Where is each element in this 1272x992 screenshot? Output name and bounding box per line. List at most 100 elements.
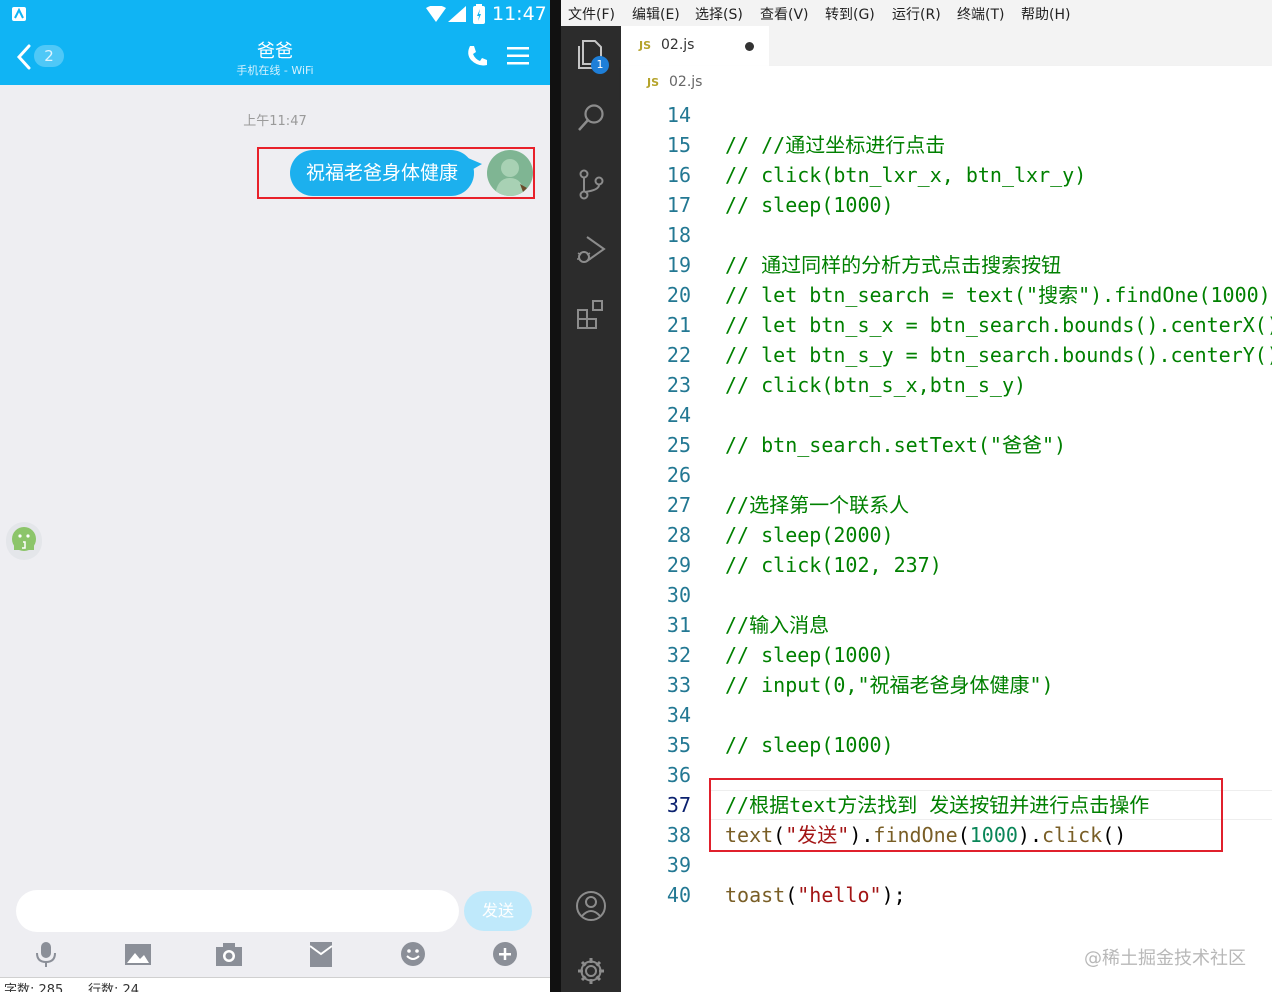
plus-icon[interactable] [491,940,519,968]
code-token: //输入消息 [725,613,830,637]
menu-help[interactable]: 帮助(H) [1021,4,1070,24]
code-line: toast("hello"); [725,880,906,910]
code-line: // btn_search.setText("爸爸") [725,430,1066,460]
line-number: 28 [666,523,691,547]
line-count: 行数: 24 [88,983,140,992]
line-number: 21 [666,313,691,337]
line-number: 14 [666,103,691,127]
account-icon[interactable] [575,890,607,922]
code-token: // input(0,"祝福老爸身体健康") [725,673,1054,697]
code-line: // 通过同样的分析方式点击搜索按钮 [725,250,1061,280]
avatar[interactable] [487,150,533,196]
code-token: // let btn_s_y = btn_search.bounds().cen… [725,343,1272,367]
breadcrumb: JS 02.js [621,66,1272,98]
line-number: 26 [666,463,691,487]
camera-icon[interactable] [215,940,243,968]
extensions-icon[interactable] [575,298,607,330]
message-input[interactable] [16,890,459,932]
avatar-figure-icon [495,159,527,196]
code-line: // input(0,"祝福老爸身体健康") [725,670,1054,700]
line-number: 24 [666,403,691,427]
line-number: 30 [666,583,691,607]
image-icon[interactable] [124,940,152,968]
code-token: // let btn_s_x = btn_search.bounds().cen… [725,313,1272,337]
code-line: // click(102, 237) [725,550,942,580]
menu-edit[interactable]: 编辑(E) [632,4,680,24]
code-line: // sleep(1000) [725,190,894,220]
run-debug-icon[interactable] [575,233,607,265]
explorer-badge: 1 [591,56,609,74]
code-token: ); [881,883,906,907]
code-token: // click(btn_s_x,btn_s_y) [725,373,1027,397]
line-number: 19 [666,253,691,277]
phone-footer [0,978,550,992]
floating-ball[interactable] [6,522,42,560]
code-token: // sleep(1000) [725,193,894,217]
emoji-icon[interactable] [399,940,427,968]
code-token: // sleep(2000) [725,523,894,547]
code-token: // click(btn_lxr_x, btn_lxr_y) [725,163,1087,187]
menu-view[interactable]: 查看(V) [760,4,809,24]
settings-gear-icon[interactable] [575,955,607,987]
message-timestamp: 上午11:47 [243,114,307,129]
code-line: // click(btn_s_x,btn_s_y) [725,370,1026,400]
line-number: 31 [666,613,691,637]
phone-screen: 11:47 2 爸爸 手机在线 - WiFi 上午11:47 祝福老爸身体健康 [0,0,550,992]
battery-icon [473,4,485,24]
wifi-icon [426,6,446,22]
code-token: // let btn_search = text("搜索").findOne(1… [725,283,1272,307]
js-file-icon: JS [639,39,652,52]
code-editor[interactable]: 14 15 // //通过坐标进行点击 16 // click(btn_lxr_x, b… [621,98,1272,992]
menu-bar: 文件(F) 编辑(E) 选择(S) 查看(V) 转到(G) 运行(R) 终端(T… [561,0,1272,26]
line-number: 29 [666,553,691,577]
source-control-icon[interactable] [575,168,607,200]
signal-icon [448,6,466,22]
breadcrumb-filename[interactable]: 02.js [669,74,702,90]
phone-call-icon[interactable] [466,45,488,67]
line-number: 17 [666,193,691,217]
line-number: 20 [666,283,691,307]
send-button[interactable]: 发送 [464,891,532,931]
line-number: 32 [666,643,691,667]
tab-02js[interactable]: JS 02.js [621,26,769,66]
code-line: // let btn_s_y = btn_search.bounds().cen… [725,340,1272,370]
menu-go[interactable]: 转到(G) [825,4,875,24]
menu-file[interactable]: 文件(F) [568,4,615,24]
char-count: 字数: 285 [4,983,64,992]
code-token: //选择第一个联系人 [725,493,910,517]
line-number: 15 [666,133,691,157]
code-line: // //通过坐标进行点击 [725,130,945,160]
menu-icon[interactable] [507,46,529,66]
tab-filename: 02.js [661,37,695,53]
activity-bar: 1 [561,26,621,992]
search-icon[interactable] [575,102,607,134]
code-token: // sleep(1000) [725,733,894,757]
unsaved-dot-icon[interactable] [745,42,754,51]
status-time: 11:47 [492,3,547,25]
menu-terminal[interactable]: 终端(T) [957,4,1004,24]
code-line: //输入消息 [725,610,829,640]
code-token: // //通过坐标进行点击 [725,133,946,157]
code-line: // let btn_s_x = btn_search.bounds().cen… [725,310,1272,340]
line-number: 34 [666,703,691,727]
code-token: ( [785,883,798,907]
menu-selection[interactable]: 选择(S) [695,4,743,24]
line-number: 27 [666,493,691,517]
code-line: // click(btn_lxr_x, btn_lxr_y) [725,160,1086,190]
message-bubble[interactable]: 祝福老爸身体健康 [290,150,474,196]
code-token: // btn_search.setText("爸爸") [725,433,1067,457]
code-token: toast [725,883,786,907]
code-line: // sleep(1000) [725,640,894,670]
line-number: 39 [666,853,691,877]
window-separator [550,0,561,992]
code-line: // sleep(2000) [725,520,894,550]
red-packet-icon[interactable] [307,940,335,968]
line-number: 23 [666,373,691,397]
line-number: 36 [666,763,691,787]
code-token: "hello" [797,883,882,907]
line-number: 18 [666,223,691,247]
menu-run[interactable]: 运行(R) [892,4,941,24]
highlight-box [709,778,1223,852]
microphone-icon[interactable] [32,940,60,968]
code-line: //选择第一个联系人 [725,490,909,520]
